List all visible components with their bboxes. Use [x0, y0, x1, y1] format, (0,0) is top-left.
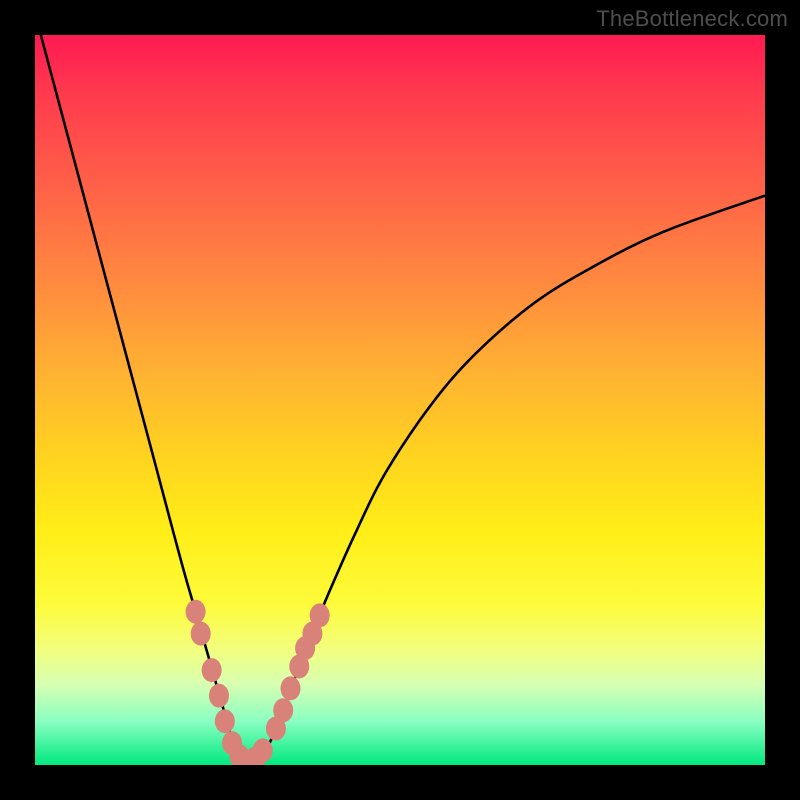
marker-dot: [209, 684, 229, 708]
marker-bridge: [232, 751, 263, 765]
marker-dots: [186, 600, 330, 765]
marker-dot: [289, 654, 309, 678]
marker-dot: [237, 750, 257, 765]
marker-dot: [229, 744, 249, 765]
chart-frame: TheBottleneck.com: [0, 0, 800, 800]
marker-dot: [202, 658, 222, 682]
marker-dot: [266, 717, 286, 741]
chart-svg: [35, 35, 765, 765]
marker-dot: [215, 709, 235, 733]
curve-line: [35, 35, 765, 763]
marker-dot: [273, 698, 293, 722]
marker-dot: [186, 600, 206, 624]
marker-dot: [191, 622, 211, 646]
marker-dot: [295, 636, 315, 660]
marker-dot: [245, 746, 265, 765]
marker-dot: [281, 676, 301, 700]
marker-dot: [253, 738, 273, 762]
marker-dot: [302, 622, 322, 646]
plot-area: [35, 35, 765, 765]
marker-dot: [310, 603, 330, 627]
watermark-text: TheBottleneck.com: [596, 6, 788, 32]
marker-dot: [222, 731, 242, 755]
bottleneck-curve: [35, 35, 765, 763]
